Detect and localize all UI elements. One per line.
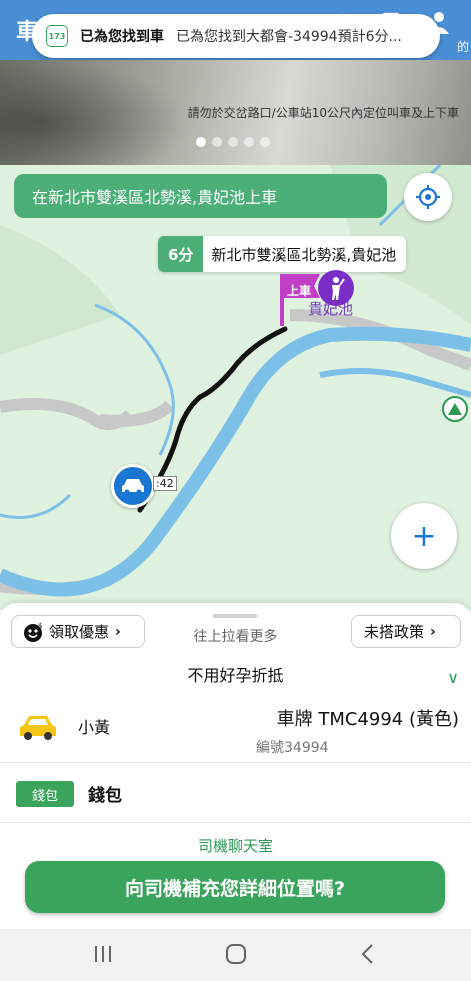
notification-banner[interactable]: 173 已為您找到車 已為您找到大都會-34994預計6分...	[32, 14, 440, 58]
taxi-icon	[20, 716, 56, 740]
profile-label: 的	[456, 40, 469, 54]
pickup-location-bubble[interactable]: 在新北市雙溪區北勢溪,貴妃池上車	[14, 174, 387, 218]
camp-icon	[448, 403, 462, 415]
payment-method-label: 錢包	[88, 786, 122, 806]
app-logo-icon: 173	[46, 25, 68, 47]
banner-pagination	[196, 137, 270, 147]
drag-handle[interactable]	[213, 614, 257, 618]
claim-offer-label: 領取優惠	[49, 623, 110, 641]
banner-dot[interactable]	[260, 137, 270, 147]
banner-dot[interactable]	[196, 137, 206, 147]
chevron-right-icon: ›	[430, 623, 436, 640]
policy-label: 未搭政策	[364, 623, 425, 641]
chevron-right-icon: ›	[115, 623, 121, 640]
eta-bubble: 6分 新北市雙溪區北勢溪,貴妃池	[158, 236, 407, 272]
vehicle-type: 小黃	[78, 718, 111, 737]
person-icon	[332, 277, 345, 300]
driver-chat-link[interactable]: 司機聊天室	[0, 835, 471, 856]
vehicle-info-row: 小黃 車牌 TMC4994 (黃色) 編號34994	[0, 695, 471, 763]
banner-dot[interactable]	[244, 137, 254, 147]
back-icon[interactable]	[358, 943, 378, 965]
recent-apps-icon[interactable]	[92, 943, 114, 965]
svg-text:$: $	[38, 622, 42, 630]
map-view[interactable]: 在新北市雙溪區北勢溪,貴妃池上車 6分 新北市雙溪區北勢溪,貴妃池 上車 貴妃池	[0, 165, 471, 610]
ride-info-sheet[interactable]: 往上拉看更多 $ 領取優惠 › 未搭政策 › 不用好孕折抵 ∨ 小黃 車牌 TM…	[0, 603, 471, 929]
wallet-badge: 錢包	[16, 781, 74, 807]
notification-title: 已為您找到車	[80, 29, 164, 45]
eta-minutes: 6分	[158, 236, 204, 272]
add-location-detail-button[interactable]: 向司機補充您詳細位置嗎?	[25, 861, 445, 913]
home-icon[interactable]	[224, 943, 248, 965]
chevron-down-icon[interactable]: ∨	[447, 663, 459, 693]
banner-dot[interactable]	[212, 137, 222, 147]
crosshair-icon	[416, 185, 440, 209]
preference-row[interactable]: 不用好孕折抵 ∨	[0, 661, 471, 691]
payment-row[interactable]: 錢包 錢包	[0, 763, 471, 823]
driver-car-marker[interactable]	[111, 464, 155, 508]
notification-text: 已為您找到大都會-34994預計6分...	[176, 29, 402, 45]
promo-banner[interactable]: 請勿於交岔路口/公車站10公尺內定位叫車及上下車	[0, 60, 471, 165]
license-plate: 車牌 TMC4994 (黃色)	[276, 709, 459, 730]
banner-dot[interactable]	[228, 137, 238, 147]
flag-label: 上車	[287, 284, 312, 298]
system-nav-bar	[0, 929, 471, 981]
preference-label: 不用好孕折抵	[187, 666, 284, 685]
zoom-in-button[interactable]: +	[391, 503, 457, 569]
vehicle-number: 編號34994	[256, 740, 329, 756]
banner-text: 請勿於交岔路口/公車站10公尺內定位叫車及上下車	[187, 106, 459, 120]
locate-button[interactable]	[404, 173, 452, 221]
coupon-icon: $	[24, 622, 42, 642]
road-number-label: :42	[153, 476, 177, 491]
poi-marker[interactable]	[442, 396, 468, 422]
passenger-marker[interactable]	[318, 270, 354, 306]
car-icon	[122, 479, 144, 495]
no-show-policy-button[interactable]: 未搭政策 ›	[351, 615, 461, 648]
claim-offer-button[interactable]: $ 領取優惠 ›	[11, 615, 145, 648]
eta-place: 新北市雙溪區北勢溪,貴妃池	[211, 245, 397, 264]
